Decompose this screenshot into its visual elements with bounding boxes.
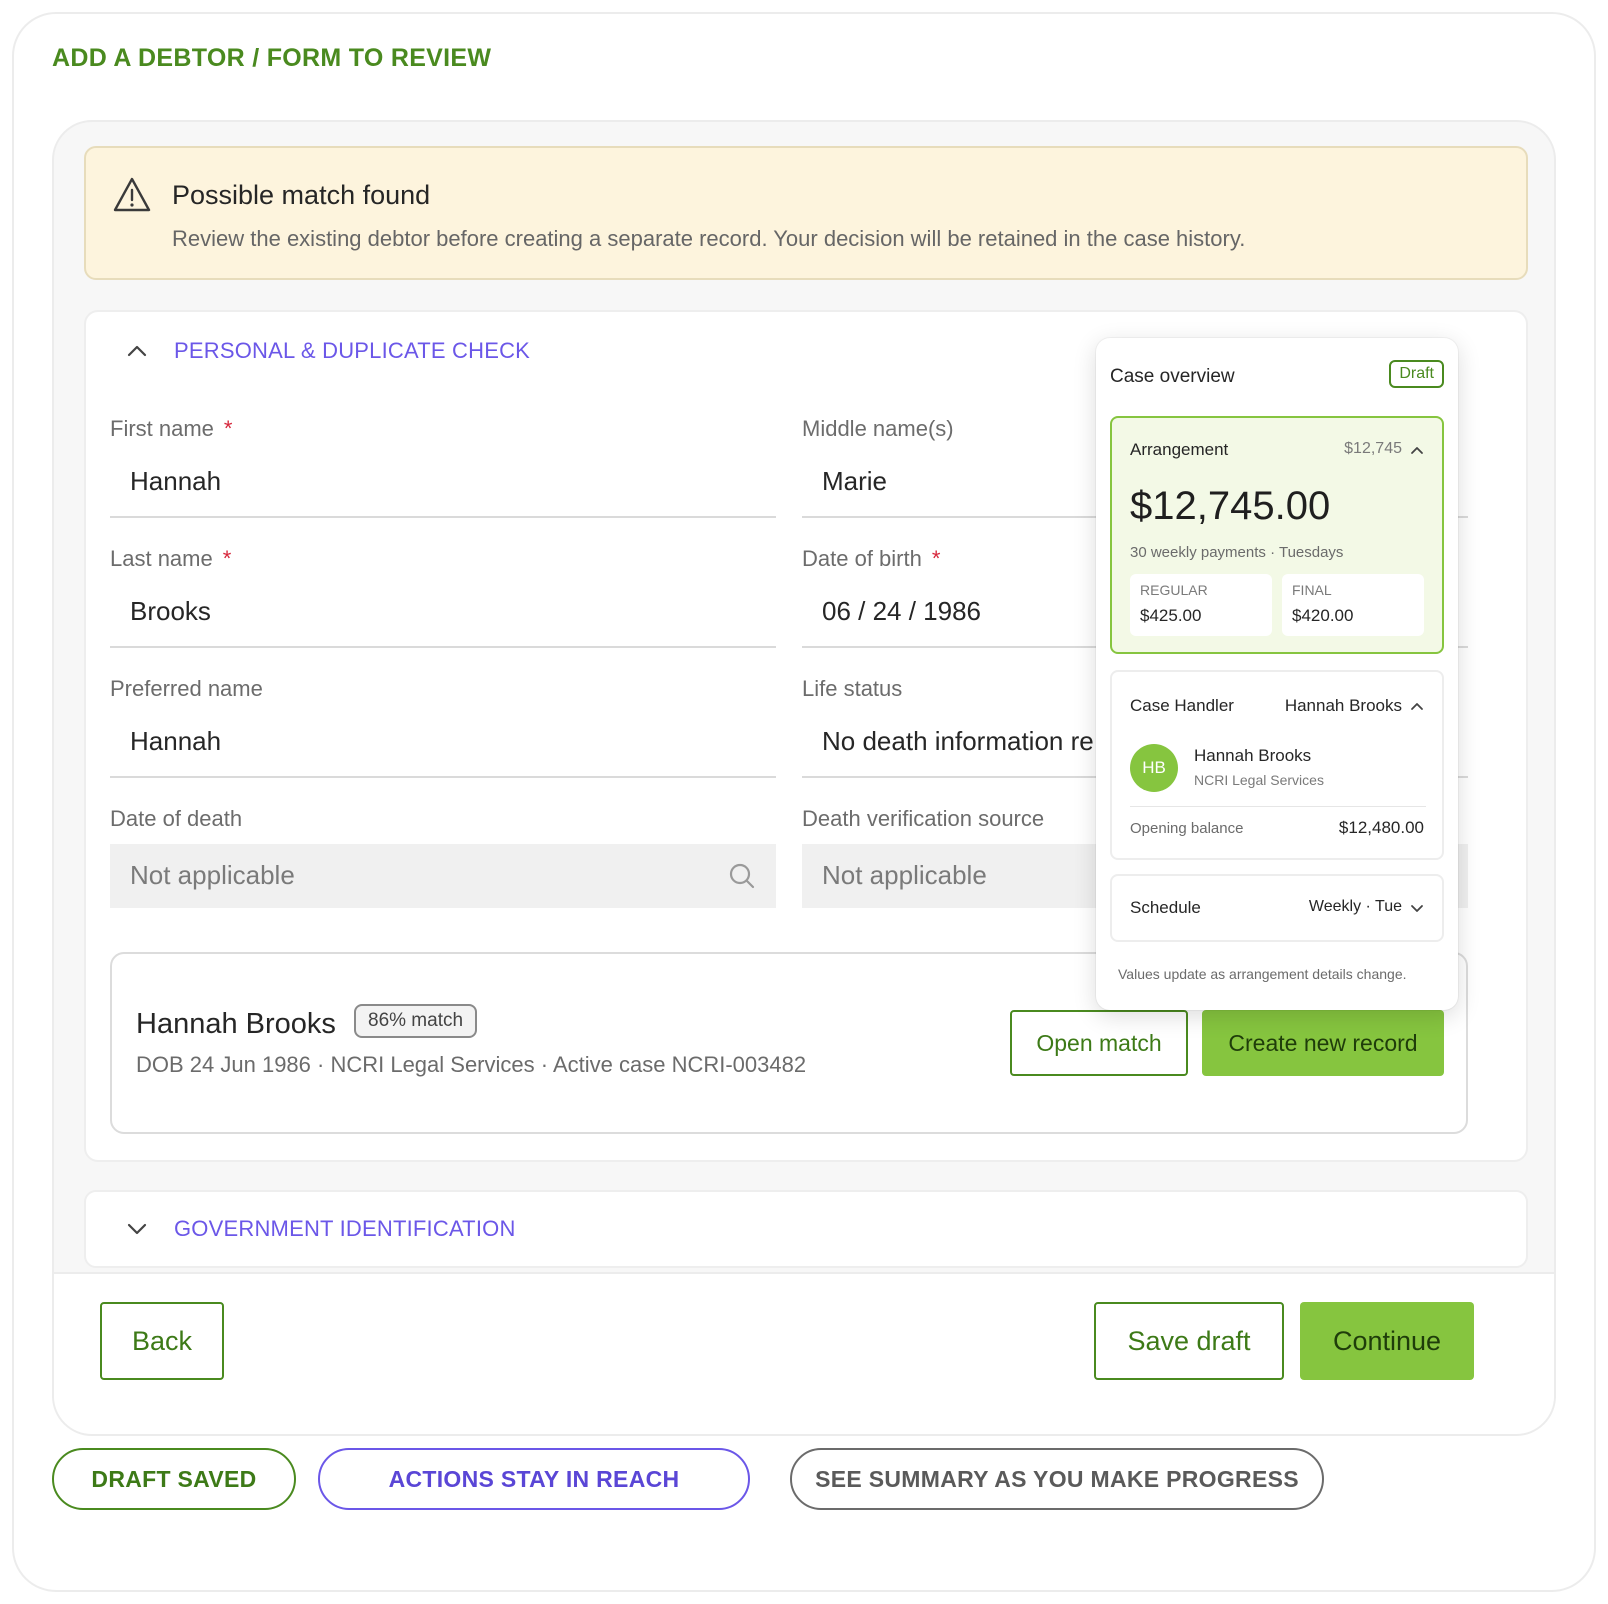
avatar: HB [1130, 744, 1178, 792]
arrangement-summary: $12,745 [1344, 440, 1402, 457]
chevron-up-icon[interactable] [126, 344, 148, 358]
arrangement-label: Arrangement [1130, 440, 1229, 459]
arrangement-card[interactable]: Arrangement $12,745 $12,745.00 30 weekly… [1110, 416, 1444, 654]
case-overview-title: Case overview [1110, 366, 1235, 387]
final-payment-tile: FINAL $420.00 [1282, 574, 1424, 636]
last-name-label-text: Last name [110, 546, 213, 571]
create-new-record-button[interactable]: Create new record [1202, 1010, 1444, 1076]
handler-org: NCRI Legal Services [1194, 772, 1324, 788]
first-name-label: First name * [110, 416, 232, 442]
match-name: Hannah Brooks [136, 1008, 336, 1040]
middle-name-value: Marie [822, 466, 888, 496]
pill-draft-saved: DRAFT SAVED [52, 1448, 296, 1510]
opening-balance-label: Opening balance [1130, 820, 1244, 837]
first-name-label-text: First name [110, 416, 214, 441]
save-draft-button[interactable]: Save draft [1094, 1302, 1284, 1380]
case-handler-card[interactable]: Case Handler Hannah Brooks HB Hannah Bro… [1110, 670, 1444, 860]
schedule-label: Schedule [1130, 898, 1201, 917]
case-handler-label: Case Handler [1130, 696, 1234, 715]
chevron-down-icon[interactable] [126, 1222, 148, 1236]
section-title-government[interactable]: GOVERNMENT IDENTIFICATION [174, 1216, 516, 1242]
life-status-label: Life status [802, 676, 903, 701]
date-of-death-field[interactable]: Not applicable [110, 844, 776, 908]
warning-triangle-icon [113, 177, 151, 212]
last-name-field[interactable]: Brooks [110, 576, 776, 648]
possible-match-alert: Possible match found Review the existing… [84, 146, 1528, 280]
death-source-label: Death verification source [802, 806, 1045, 831]
death-source-placeholder: Not applicable [822, 860, 987, 890]
schedule-value: Weekly · Tue [1308, 898, 1402, 915]
page-title: ADD A DEBTOR / FORM TO REVIEW [52, 44, 492, 72]
required-mark: * [223, 416, 233, 441]
arrangement-total: $12,745.00 [1130, 484, 1331, 528]
chevron-up-icon[interactable] [1410, 446, 1424, 455]
final-label: FINAL [1292, 582, 1332, 598]
arrangement-subtitle: 30 weekly payments · Tuesdays [1130, 544, 1344, 561]
divider [1130, 806, 1426, 807]
continue-button[interactable]: Continue [1300, 1302, 1474, 1380]
handler-name: Hannah Brooks [1194, 746, 1312, 765]
first-name-field[interactable]: Hannah [110, 446, 776, 518]
alert-text: Review the existing debtor before creati… [172, 226, 1246, 251]
regular-label: REGULAR [1140, 582, 1208, 598]
final-value: $420.00 [1292, 606, 1354, 625]
regular-payment-tile: REGULAR $425.00 [1130, 574, 1272, 636]
government-section[interactable]: GOVERNMENT IDENTIFICATION [84, 1190, 1528, 1268]
required-mark: * [222, 546, 232, 571]
dob-label: Date of birth * [802, 546, 940, 572]
preferred-name-value: Hannah [130, 726, 222, 756]
search-icon[interactable] [728, 862, 756, 890]
required-mark: * [931, 546, 941, 571]
first-name-value: Hannah [130, 466, 222, 496]
opening-balance-value: $12,480.00 [1338, 818, 1424, 837]
last-name-value: Brooks [130, 596, 211, 626]
section-title-personal[interactable]: PERSONAL & DUPLICATE CHECK [174, 338, 530, 364]
preferred-name-field[interactable]: Hannah [110, 706, 776, 778]
chevron-down-icon[interactable] [1410, 904, 1424, 913]
back-button[interactable]: Back [100, 1302, 224, 1380]
regular-value: $425.00 [1140, 606, 1202, 625]
dob-label-text: Date of birth [802, 546, 922, 571]
schedule-card[interactable]: Schedule Weekly · Tue [1110, 874, 1444, 942]
preferred-name-label: Preferred name [110, 676, 263, 701]
overview-note: Values update as arrangement details cha… [1118, 966, 1407, 982]
date-of-death-label: Date of death [110, 806, 243, 831]
chevron-up-icon[interactable] [1410, 702, 1424, 711]
case-overview-panel: Case overview Draft Arrangement $12,745 … [1096, 338, 1458, 1010]
match-score-badge: 86% match [354, 1004, 478, 1038]
alert-title: Possible match found [172, 180, 431, 210]
form-footer: Back Save draft Continue [54, 1272, 1554, 1434]
match-meta: DOB 24 Jun 1986 · NCRI Legal Services · … [136, 1052, 807, 1077]
last-name-label: Last name * [110, 546, 231, 572]
pill-actions-in-reach: ACTIONS STAY IN REACH [318, 1448, 750, 1510]
open-match-button[interactable]: Open match [1010, 1010, 1188, 1076]
life-status-value: No death information re [822, 726, 1094, 756]
middle-name-label: Middle name(s) [802, 416, 954, 441]
case-handler-summary: Hannah Brooks [1284, 696, 1402, 715]
status-badge: Draft [1389, 360, 1444, 388]
date-of-death-placeholder: Not applicable [130, 860, 295, 890]
pill-see-summary: SEE SUMMARY AS YOU MAKE PROGRESS [790, 1448, 1324, 1510]
dob-value: 06 / 24 / 1986 [822, 596, 982, 626]
